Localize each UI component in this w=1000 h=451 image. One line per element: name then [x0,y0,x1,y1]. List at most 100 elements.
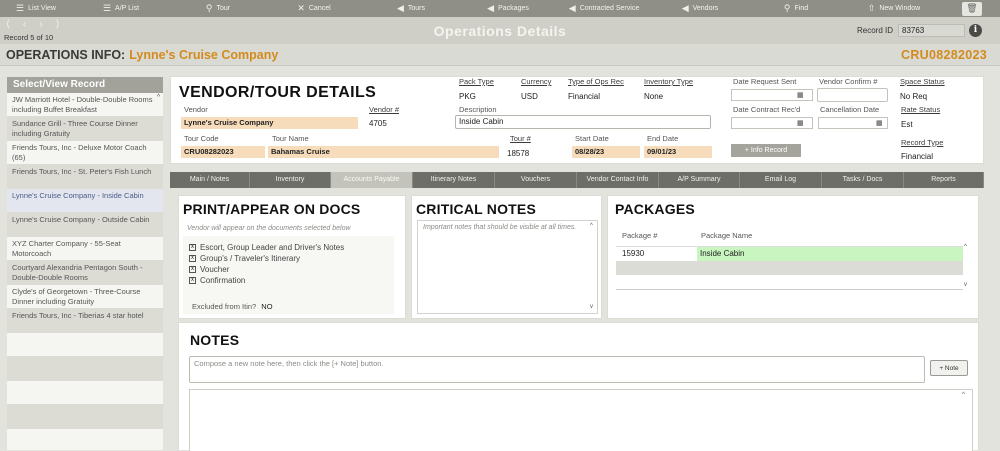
description-field[interactable]: Inside Cabin [455,115,711,129]
toolbar-contracted-service-button[interactable]: ◀ Contracted Service [556,0,652,17]
sidebar-record-item[interactable]: Friends Tours, Inc - St. Peter's Fish Lu… [7,165,163,189]
sidebar-title: Select/View Record [7,77,163,93]
notes-list[interactable]: ^ [189,389,973,451]
tab-vendor-contact-info[interactable]: Vendor Contact Info [577,172,659,188]
scroll-up-icon[interactable]: ^ [154,94,163,106]
scroll-down-icon[interactable]: v [590,304,593,310]
option-escort-notes[interactable]: x Escort, Group Leader and Driver's Notes [189,243,344,252]
toolbar-packages-button[interactable]: ◀ Packages [460,0,556,17]
record-type-label: Record Type [901,138,944,147]
tab-tasks-docs[interactable]: Tasks / Docs [822,172,904,188]
tour-number-value[interactable]: 18578 [507,149,529,158]
toolbar-find-button[interactable]: ⚲ Find [748,0,844,17]
page-title: Operations Details [433,23,567,39]
tab-email-log[interactable]: Email Log [740,172,822,188]
sidebar-record-item[interactable]: Sundance Grill - Three Course Dinner inc… [7,117,163,141]
sidebar-record-item[interactable]: Clyde's of Georgetown - Three-Course Din… [7,285,163,309]
operations-info-bar: OPERATIONS INFO: Lynne's Cruise Company C… [0,44,1000,66]
sidebar-record-item[interactable]: Friends Tours, Inc - Tiberias 4 star hot… [7,309,163,333]
toolbar-list-view-button[interactable]: ☰ List View [0,0,72,17]
scroll-up-icon[interactable]: ^ [964,244,967,250]
operations-company: Lynne's Cruise Company [129,48,279,62]
option-voucher[interactable]: x Voucher [189,265,229,274]
list-icon: ☰ [102,3,112,13]
tab-itinerary-notes[interactable]: Itinerary Notes [413,172,495,188]
vendor-confirm-field[interactable] [817,88,888,102]
toolbar-label: Vendors [692,5,719,12]
tab-main-notes[interactable]: Main / Notes [170,172,250,188]
package-row-empty [616,261,963,275]
option-confirmation[interactable]: x Confirmation [189,276,245,285]
toolbar-label: List View [28,5,56,12]
toolbar-ap-list-button[interactable]: ☰ A/P List [72,0,170,17]
toolbar-tour-button[interactable]: ⚲ Tour [170,0,266,17]
package-number-header: Package # [622,231,658,240]
sidebar-record-item[interactable]: XYZ Charter Company - 55-Seat Motorcoach [7,237,163,261]
currency-value[interactable]: USD [521,92,538,101]
operations-info-label: OPERATIONS INFO: [6,48,126,62]
critical-notes-textarea[interactable]: Important notes that should be visible a… [417,220,598,314]
record-id-label: Record ID [857,26,894,35]
inventory-type-label: Inventory Type [644,77,694,86]
arrow-left-icon: ◀ [568,3,576,13]
tab-inventory[interactable]: Inventory [250,172,331,188]
sidebar-record-item[interactable]: Courtyard Alexandria Pentagon South - Do… [7,261,163,285]
sidebar-record-item[interactable]: Friends Tours, Inc - Deluxe Motor Coach … [7,141,163,165]
tab-accounts-payable[interactable]: Accounts Payable [331,172,413,188]
start-date-field[interactable]: 08/28/23 [572,146,640,158]
new-note-input[interactable]: Compose a new note here, then click the … [189,356,925,383]
sidebar-record-item[interactable]: Lynne's Cruise Company - Inside Cabin [7,189,163,213]
checkbox-checked-icon[interactable]: x [189,255,196,262]
tab-reports[interactable]: Reports [904,172,984,188]
calendar-icon[interactable]: ▦ [797,119,804,127]
sidebar-record-item[interactable]: Lynne's Cruise Company - Outside Cabin [7,213,163,237]
calendar-icon[interactable]: ▦ [876,119,883,127]
scroll-up-icon[interactable]: ^ [590,223,593,229]
checkbox-checked-icon[interactable]: x [189,266,196,273]
sidebar-empty-row [7,333,163,357]
add-note-button[interactable]: + Note [930,360,968,376]
checkbox-checked-icon[interactable]: x [189,244,196,251]
toolbar-vendors-button[interactable]: ◀ Vendors [652,0,748,17]
sidebar-record-item[interactable]: JW Marriott Hotel - Double-Double Rooms … [7,93,163,117]
end-date-field[interactable]: 09/01/23 [644,146,712,158]
option-label: Group's / Traveler's Itinerary [200,254,300,263]
vendor-field[interactable]: Lynne's Cruise Company [181,117,358,129]
vendor-tour-details-title: VENDOR/TOUR DETAILS [179,84,377,101]
inventory-type-value[interactable]: None [644,92,663,101]
record-id-field[interactable]: 83763 [898,24,965,37]
option-label: Confirmation [200,276,246,285]
space-status-label: Space Status [900,77,945,86]
checkbox-checked-icon[interactable]: x [189,277,196,284]
option-label: Voucher [200,265,230,274]
vendor-label: Vendor [184,105,208,114]
new-note-placeholder: Compose a new note here, then click the … [194,359,384,368]
vendor-number-value[interactable]: 4705 [369,119,387,128]
trash-icon[interactable]: 🗑 [962,1,982,16]
excluded-value[interactable]: NO [261,302,272,311]
scroll-down-icon[interactable]: v [964,282,967,288]
sidebar-empty-row [7,405,163,429]
description-label: Description [459,105,497,114]
tab-a-p-summary[interactable]: A/P Summary [659,172,740,188]
tour-code-field[interactable]: CRU08282023 [181,146,265,158]
tab-vouchers[interactable]: Vouchers [495,172,577,188]
toolbar-cancel-button[interactable]: ✕ Cancel [266,0,362,17]
new-window-icon: ⇧ [867,3,876,13]
scroll-up-icon[interactable]: ^ [962,392,965,398]
info-icon[interactable]: i [969,24,982,37]
rate-status-label: Rate Status [901,105,941,114]
rate-status-value[interactable]: Est [901,120,913,129]
calendar-icon[interactable]: ▦ [797,91,804,99]
option-itinerary[interactable]: x Group's / Traveler's Itinerary [189,254,300,263]
info-record-button[interactable]: + Info Record [731,144,801,157]
space-status-value[interactable]: No Req [900,92,927,101]
record-type-value[interactable]: Financial [901,152,933,161]
toolbar-new-window-button[interactable]: ⇧ New Window [844,0,944,17]
pack-type-value[interactable]: PKG [459,92,476,101]
critical-notes-placeholder: Important notes that should be visible a… [423,224,577,231]
tour-name-field[interactable]: Bahamas Cruise [268,146,499,158]
toolbar-tours-button[interactable]: ◀ Tours [362,0,460,17]
package-row[interactable]: 15930 Inside Cabin [616,246,963,261]
ops-rec-type-value[interactable]: Financial [568,92,600,101]
